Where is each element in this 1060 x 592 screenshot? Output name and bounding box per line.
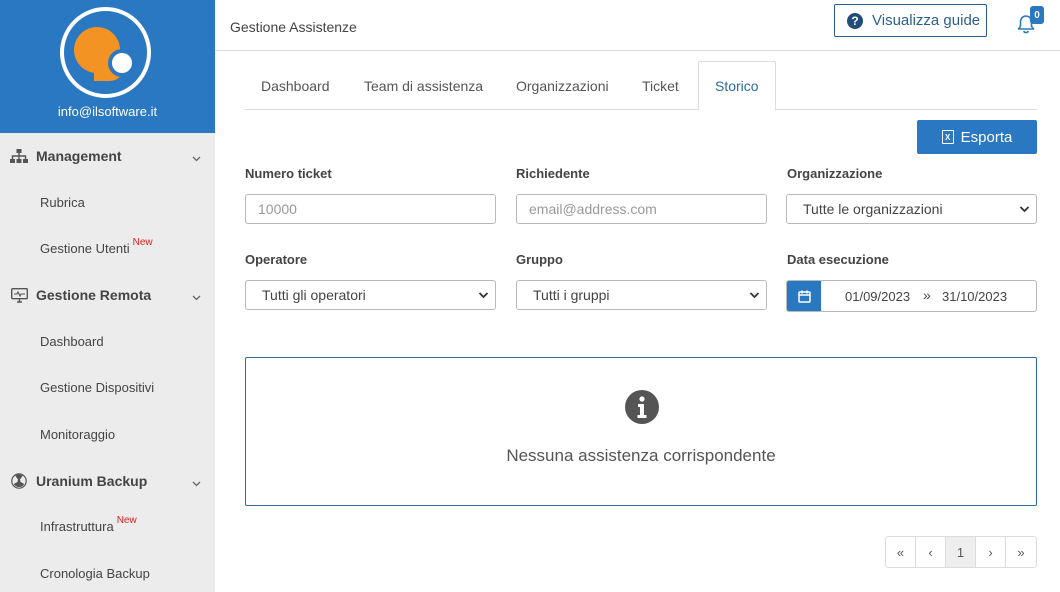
new-badge: New bbox=[132, 237, 153, 249]
desktop-icon bbox=[10, 287, 28, 303]
company-logo[interactable] bbox=[60, 7, 151, 98]
chevron-down-icon bbox=[1019, 206, 1030, 213]
date-range-separator: » bbox=[923, 287, 931, 303]
execution-date-range[interactable]: 01/09/2023 » 31/10/2023 bbox=[786, 280, 1037, 312]
excel-file-icon: X bbox=[941, 130, 954, 144]
sidebar: info@ilsoftware.it Management Rubrica Ge… bbox=[0, 0, 215, 592]
sidebar-item-rubrica[interactable]: Rubrica bbox=[0, 179, 215, 226]
group-select[interactable]: Tutti i gruppi bbox=[516, 280, 767, 310]
new-badge: New bbox=[116, 515, 137, 527]
sidebar-item-gestione-dispositivi[interactable]: Gestione Dispositivi bbox=[0, 365, 215, 412]
organization-label: Organizzazione bbox=[787, 166, 883, 181]
operator-select[interactable]: Tutti gli operatori bbox=[245, 280, 496, 310]
tab-bar: Dashboard Team di assistenza Organizzazi… bbox=[245, 61, 1037, 111]
tab-organizzazioni[interactable]: Organizzazioni bbox=[500, 61, 625, 110]
export-label: Esporta bbox=[960, 128, 1013, 146]
chevron-down-icon bbox=[192, 149, 201, 165]
operator-select-value: Tutti gli operatori bbox=[262, 287, 366, 303]
sidebar-section-label: Uranium Backup bbox=[36, 472, 148, 489]
first-page-button[interactable]: « bbox=[886, 537, 916, 567]
brand-header: info@ilsoftware.it bbox=[0, 0, 215, 133]
info-circle-icon bbox=[625, 390, 659, 424]
sidebar-item-monitoraggio[interactable]: Monitoraggio bbox=[0, 411, 215, 458]
sidebar-section-uranium-backup[interactable]: Uranium Backup bbox=[0, 458, 215, 504]
tab-team-di-assistenza[interactable]: Team di assistenza bbox=[348, 61, 499, 110]
calendar-icon bbox=[797, 290, 811, 303]
organization-select-value: Tutte le organizzazioni bbox=[803, 201, 943, 217]
date-from[interactable]: 01/09/2023 bbox=[845, 289, 910, 304]
question-circle-icon: ? bbox=[847, 12, 863, 29]
date-to[interactable]: 31/10/2023 bbox=[942, 289, 1007, 304]
operator-label: Operatore bbox=[245, 252, 308, 267]
sidebar-section-gestione-remota[interactable]: Gestione Remota bbox=[0, 272, 215, 318]
sidebar-item-dashboard[interactable]: Dashboard bbox=[0, 318, 215, 365]
tab-storico[interactable]: Storico bbox=[698, 61, 776, 111]
group-label: Gruppo bbox=[516, 252, 563, 267]
organization-select[interactable]: Tutte le organizzazioni bbox=[786, 194, 1037, 224]
group-select-value: Tutti i gruppi bbox=[533, 287, 610, 303]
sitemap-icon bbox=[10, 148, 28, 164]
sidebar-item-label: Gestione Dispositivi bbox=[40, 380, 155, 396]
tab-ticket[interactable]: Ticket bbox=[626, 61, 695, 110]
sidebar-item-label: Monitoraggio bbox=[40, 426, 116, 442]
chevron-down-icon bbox=[192, 288, 201, 304]
sidebar-item-label: Cronologia Backup bbox=[40, 565, 150, 581]
sidebar-section-label: Gestione Remota bbox=[36, 287, 152, 303]
top-bar: Gestione Assistenze ? Visualizza guide 0 bbox=[215, 0, 1060, 51]
sidebar-item-label: Gestione Utenti bbox=[40, 241, 130, 257]
ticket-number-label: Numero ticket bbox=[245, 166, 332, 181]
sidebar-item-cronologia-backup[interactable]: Cronologia Backup bbox=[0, 550, 215, 592]
pagination: « ‹ 1 › » bbox=[885, 536, 1037, 568]
view-guides-button[interactable]: ? Visualizza guide bbox=[834, 4, 987, 37]
empty-results-panel: Nessuna assistenza corrispondente bbox=[245, 357, 1037, 506]
sidebar-section-management[interactable]: Management bbox=[0, 133, 215, 179]
chevron-down-icon bbox=[478, 292, 489, 299]
execution-date-label: Data esecuzione bbox=[787, 252, 889, 267]
ticket-number-input[interactable]: 10000 bbox=[245, 194, 496, 224]
sidebar-item-label: Dashboard bbox=[40, 333, 104, 349]
next-page-button[interactable]: › bbox=[976, 537, 1006, 567]
sidebar-item-gestione-utenti[interactable]: Gestione Utenti New bbox=[0, 226, 215, 273]
sidebar-item-label: Rubrica bbox=[40, 194, 85, 210]
calendar-button[interactable] bbox=[787, 281, 821, 311]
previous-page-button[interactable]: ‹ bbox=[916, 537, 946, 567]
view-guides-label: Visualizza guide bbox=[872, 12, 981, 29]
requester-input[interactable]: email@address.com bbox=[516, 194, 767, 224]
export-button[interactable]: X Esporta bbox=[917, 120, 1037, 154]
last-page-button[interactable]: » bbox=[1006, 537, 1036, 567]
chevron-down-icon bbox=[192, 474, 201, 490]
current-page-button[interactable]: 1 bbox=[946, 537, 976, 567]
empty-results-message: Nessuna assistenza corrispondente bbox=[506, 446, 776, 465]
sidebar-section-label: Management bbox=[36, 148, 122, 164]
page-title: Gestione Assistenze bbox=[230, 19, 357, 35]
sidebar-item-label: Infrastruttura bbox=[40, 519, 114, 535]
tab-dashboard[interactable]: Dashboard bbox=[245, 61, 346, 110]
sidebar-item-infrastruttura[interactable]: Infrastruttura New bbox=[0, 504, 215, 551]
notification-count-badge: 0 bbox=[1030, 6, 1044, 24]
account-email[interactable]: info@ilsoftware.it bbox=[0, 104, 215, 119]
chevron-down-icon bbox=[749, 292, 760, 299]
radiation-icon bbox=[10, 472, 28, 489]
requester-label: Richiedente bbox=[516, 166, 590, 181]
